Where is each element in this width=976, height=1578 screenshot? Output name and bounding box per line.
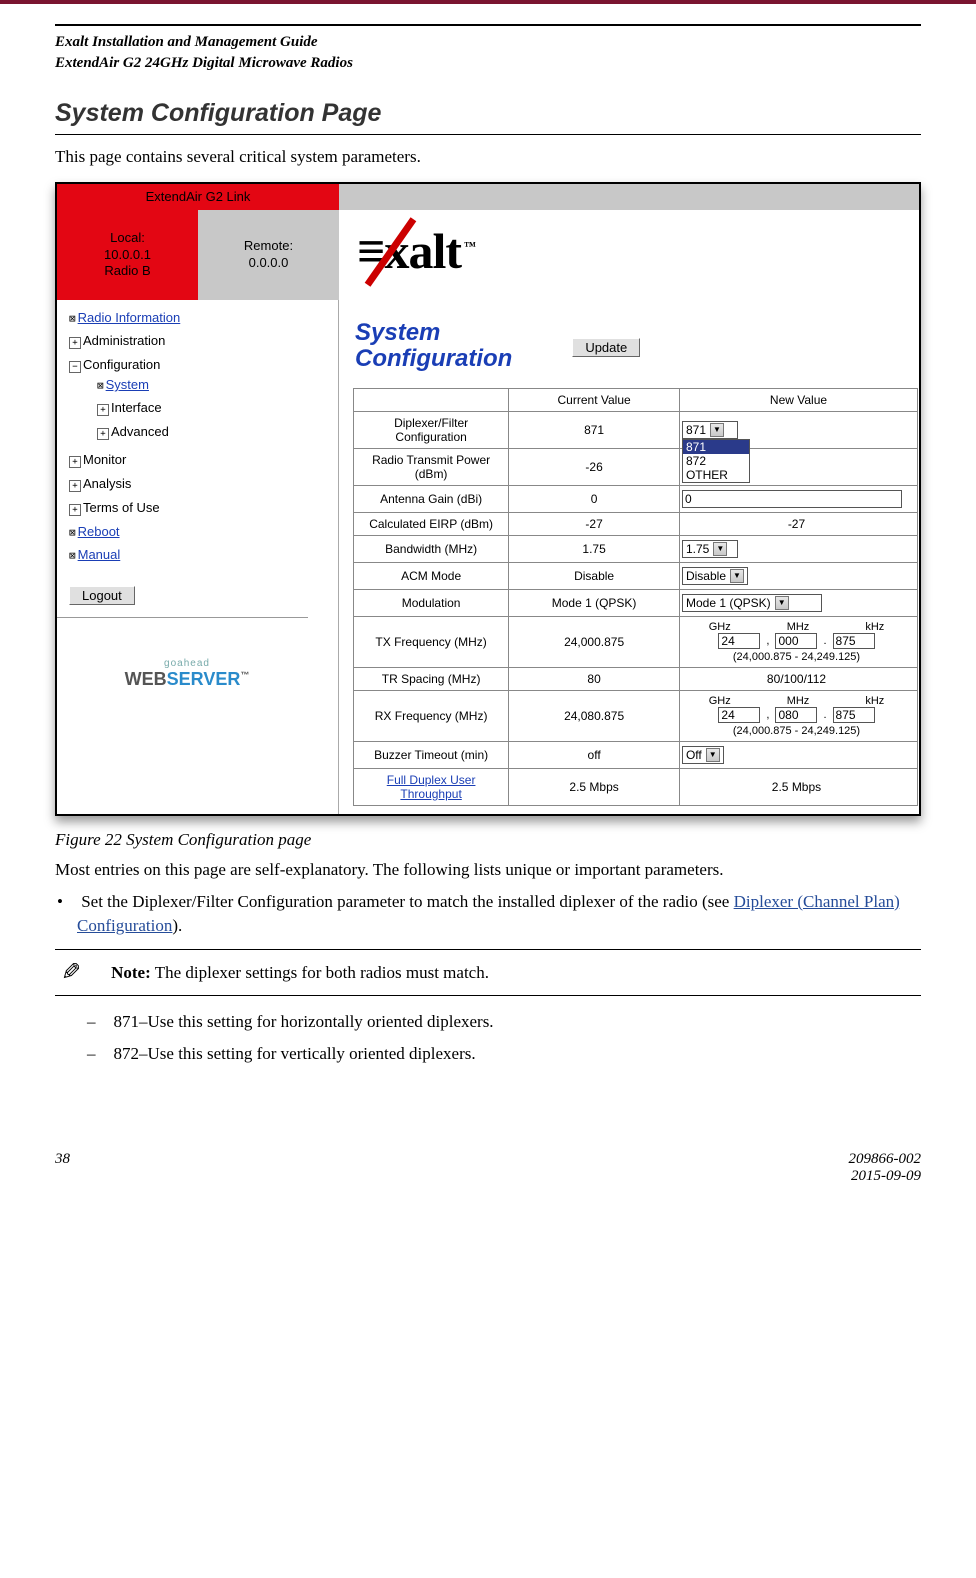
row-diplexer: Diplexer/Filter Configuration 871 871▼ 8… <box>354 411 918 448</box>
note-box: ✎ Note: The diplexer settings for both r… <box>55 949 921 996</box>
doc-title-1: Exalt Installation and Management Guide <box>55 32 921 53</box>
txfreq-range: (24,000.875 - 24,249.125) <box>682 651 911 663</box>
chevron-down-icon: ▼ <box>713 542 727 556</box>
nav-advanced[interactable]: +Advanced <box>97 420 338 444</box>
rxfreq-ghz-input[interactable] <box>718 707 760 723</box>
txfreq-khz-input[interactable] <box>833 633 875 649</box>
figure-caption: Figure 22 System Configuration page <box>55 830 921 850</box>
khz-label: kHz <box>865 695 884 707</box>
dash-872: 872–Use this setting for vertically orie… <box>113 1038 921 1070</box>
section-heading: System Configuration Page <box>55 99 921 128</box>
dash-871: 871–Use this setting for horizontally or… <box>113 1006 921 1038</box>
nav-system[interactable]: ⊠System <box>97 373 338 396</box>
diplexer-options[interactable]: 871 872 OTHER <box>682 439 750 483</box>
row-txpower: Radio Transmit Power (dBm) -26 <box>354 448 918 485</box>
mhz-label: MHz <box>787 621 810 633</box>
txfreq-ghz-input[interactable] <box>718 633 760 649</box>
local-label: Local: <box>110 230 145 247</box>
chevron-down-icon: ▼ <box>706 748 720 762</box>
nav-monitor[interactable]: +Monitor <box>69 448 338 472</box>
nav-sidebar: ⊠Radio Information +Administration −Conf… <box>57 300 339 814</box>
page-number: 38 <box>55 1151 70 1185</box>
doc-title-2: ExtendAir G2 24GHz Digital Microwave Rad… <box>55 53 921 74</box>
post-figure-paragraph: Most entries on this page are self-expla… <box>55 860 921 880</box>
doc-date: 2015-09-09 <box>849 1168 922 1185</box>
khz-label: kHz <box>865 621 884 633</box>
local-ip: 10.0.0.1 <box>104 247 151 264</box>
chevron-down-icon: ▼ <box>710 423 724 437</box>
row-eirp: Calculated EIRP (dBm) -27 -27 <box>354 512 918 535</box>
rxfreq-range: (24,000.875 - 24,249.125) <box>682 725 911 737</box>
row-buzzer: Buzzer Timeout (min) off Off▼ <box>354 741 918 768</box>
chevron-down-icon: ▼ <box>730 569 744 583</box>
row-bandwidth: Bandwidth (MHz) 1.75 1.75▼ <box>354 535 918 562</box>
row-trspacing: TR Spacing (MHz) 80 80/100/112 <box>354 667 918 690</box>
col-blank <box>354 388 509 411</box>
nav-configuration[interactable]: −Configuration ⊠System +Interface +Advan… <box>69 353 338 448</box>
local-radio: Radio B <box>104 263 150 280</box>
top-grey-bar <box>339 184 919 210</box>
webserver-logo: WEBSERVER™ <box>107 669 267 690</box>
nav-reboot[interactable]: ⊠Reboot <box>69 520 338 543</box>
ghz-label: GHz <box>709 621 731 633</box>
nav-radio-info[interactable]: ⊠Radio Information <box>69 306 338 329</box>
nav-interface[interactable]: +Interface <box>97 396 338 420</box>
panel-title: SystemConfiguration <box>355 320 512 373</box>
bandwidth-select[interactable]: 1.75▼ <box>682 540 738 558</box>
row-throughput: Full Duplex User Throughput 2.5 Mbps 2.5… <box>354 768 918 805</box>
buzzer-select[interactable]: Off▼ <box>682 746 724 764</box>
nav-administration[interactable]: +Administration <box>69 329 338 353</box>
bullet-diplexer: Set the Diplexer/Filter Configuration pa… <box>77 890 921 939</box>
config-table: Current Value New Value Diplexer/Filter … <box>353 388 918 806</box>
nav-terms[interactable]: +Terms of Use <box>69 496 338 520</box>
goahead-label: goahead <box>107 658 267 669</box>
doc-number: 209866-002 <box>849 1151 922 1168</box>
acm-select[interactable]: Disable▼ <box>682 567 748 585</box>
local-radio-tab[interactable]: Local: 10.0.0.1 Radio B <box>57 210 198 300</box>
nav-manual[interactable]: ⊠Manual <box>69 543 338 566</box>
figure-screenshot: ExtendAir G2 Link Local: 10.0.0.1 Radio … <box>55 182 921 816</box>
nav-analysis[interactable]: +Analysis <box>69 472 338 496</box>
txfreq-mhz-input[interactable] <box>775 633 817 649</box>
mhz-label: MHz <box>787 695 810 707</box>
throughput-link[interactable]: Full Duplex User Throughput <box>387 773 476 801</box>
chevron-down-icon: ▼ <box>775 596 789 610</box>
ghz-label: GHz <box>709 695 731 707</box>
logout-button[interactable]: Logout <box>69 586 135 605</box>
col-current: Current Value <box>509 388 680 411</box>
row-rxfreq: RX Frequency (MHz) 24,080.875 GHz MHz kH… <box>354 690 918 741</box>
row-antgain: Antenna Gain (dBi) 0 <box>354 485 918 512</box>
col-new: New Value <box>679 388 917 411</box>
modulation-select[interactable]: Mode 1 (QPSK)▼ <box>682 594 822 612</box>
remote-ip: 0.0.0.0 <box>249 255 289 272</box>
antenna-gain-input[interactable] <box>682 490 902 508</box>
rxfreq-mhz-input[interactable] <box>775 707 817 723</box>
diplexer-select[interactable]: 871▼ <box>682 421 738 439</box>
row-modulation: Modulation Mode 1 (QPSK) Mode 1 (QPSK)▼ <box>354 589 918 616</box>
update-button[interactable]: Update <box>572 338 640 357</box>
row-acm: ACM Mode Disable Disable▼ <box>354 562 918 589</box>
remote-label: Remote: <box>244 238 293 255</box>
link-name-bar: ExtendAir G2 Link <box>57 184 339 210</box>
exalt-logo: ≡xalt™ <box>357 222 919 280</box>
note-icon: ✎ <box>61 958 81 987</box>
remote-radio-tab[interactable]: Remote: 0.0.0.0 <box>198 210 339 300</box>
row-txfreq: TX Frequency (MHz) 24,000.875 GHz MHz kH… <box>354 616 918 667</box>
rxfreq-khz-input[interactable] <box>833 707 875 723</box>
intro-paragraph: This page contains several critical syst… <box>55 147 921 167</box>
